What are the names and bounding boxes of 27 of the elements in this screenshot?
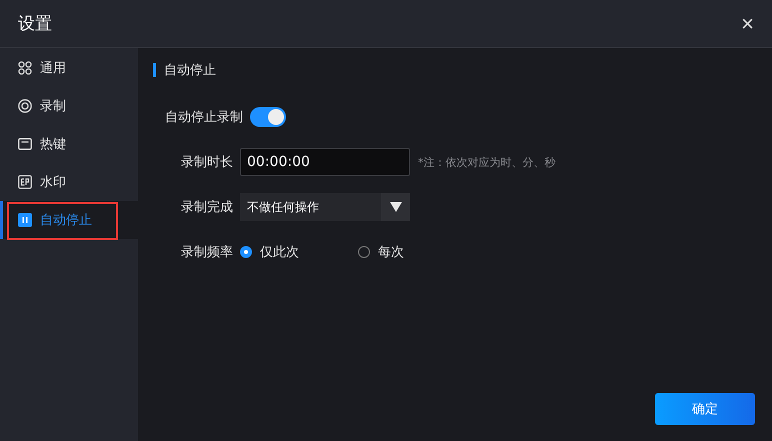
sidebar-item[interactable]: 自动停止 xyxy=(0,201,138,239)
sidebar-item[interactable]: 水印 xyxy=(0,163,138,201)
radio-option[interactable]: 仅此次 xyxy=(240,243,310,261)
dropdown[interactable]: 不做任何操作 xyxy=(240,193,410,221)
sidebar-item[interactable]: 热键 xyxy=(0,125,138,163)
radio-button[interactable] xyxy=(240,246,252,258)
grid-icon xyxy=(18,61,32,75)
record-icon xyxy=(18,99,32,113)
hint-text: *注：依次对应为时、分、秒 xyxy=(418,154,556,170)
sidebar-item[interactable]: 录制 xyxy=(0,87,138,125)
close-button[interactable]: × xyxy=(737,12,758,34)
field-label: 录制时长 xyxy=(180,154,234,171)
window-icon xyxy=(18,137,32,151)
field-label: 录制完成 xyxy=(180,199,234,216)
pause-icon xyxy=(18,213,32,227)
toggle-switch[interactable] xyxy=(250,107,286,127)
caret-icon xyxy=(390,202,402,212)
confirm-button[interactable]: 确定 xyxy=(655,393,755,425)
time-field[interactable]: 00:00:00 xyxy=(240,148,410,176)
field-label: 录制频率 xyxy=(180,244,234,261)
stamp-icon xyxy=(18,175,32,189)
radio-option[interactable]: 每次 xyxy=(358,243,428,261)
field-label: 自动停止录制 xyxy=(165,109,243,126)
window-title: 设置 xyxy=(18,13,52,35)
sidebar-item[interactable]: 通用 xyxy=(0,49,138,87)
radio-button[interactable] xyxy=(358,246,370,258)
section-title: 自动停止 xyxy=(164,62,216,79)
